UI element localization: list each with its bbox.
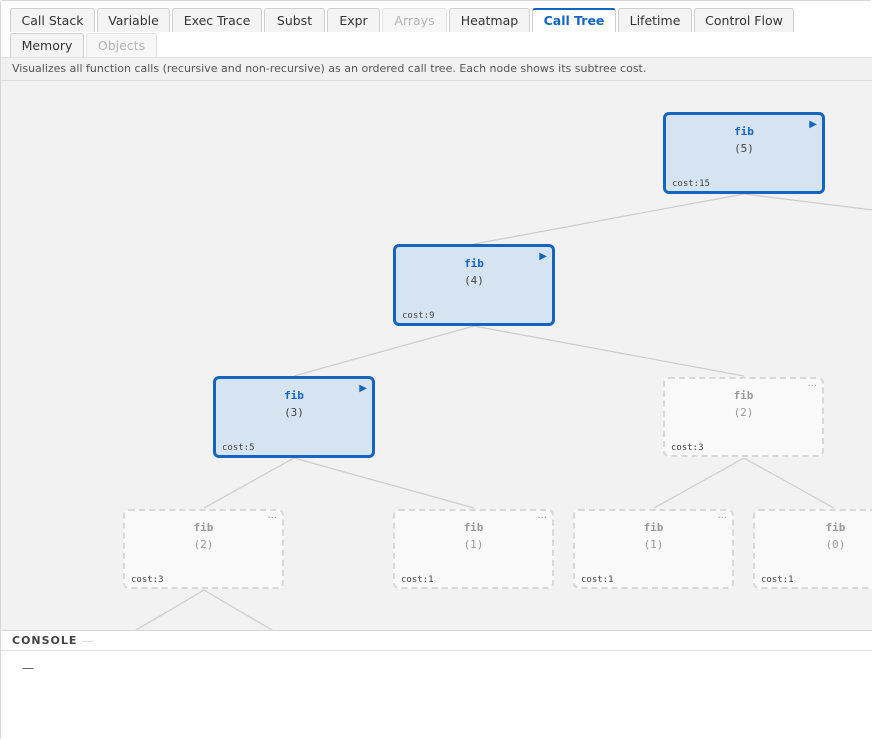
node-cost: cost:3 <box>131 575 164 585</box>
tab-call-stack[interactable]: Call Stack <box>10 8 95 32</box>
call-tree-canvas[interactable]: fib (5) cost:15 ▶ fib (4) cost:9 ▶ fib (… <box>1 81 872 630</box>
edge-2-right-child <box>203 589 274 630</box>
call-node[interactable]: fib (0) cost:1 <box>753 509 872 589</box>
edge-2-left-child <box>134 589 205 630</box>
edge-4-2 <box>473 325 745 377</box>
tab-objects: Objects <box>86 33 157 57</box>
node-arguments: (2) <box>733 406 754 419</box>
node-cost: cost:3 <box>671 443 704 453</box>
edge-3-2 <box>203 457 295 509</box>
ellipsis-icon: ··· <box>717 513 727 524</box>
node-function-name: fib <box>463 521 484 534</box>
console-title-divider <box>82 641 93 642</box>
node-cost: cost:1 <box>401 575 434 585</box>
call-node[interactable]: fib (1) cost:1 ··· <box>393 509 554 589</box>
tab-subst[interactable]: Subst <box>264 8 325 32</box>
ellipsis-icon: ··· <box>807 381 817 392</box>
tab-exec-trace[interactable]: Exec Trace <box>172 8 262 32</box>
node-function-name: fib <box>643 521 664 534</box>
console-output[interactable]: — <box>1 651 872 740</box>
call-node[interactable]: fib (1) cost:1 ··· <box>573 509 734 589</box>
edge-4-3 <box>293 325 475 377</box>
node-function-name: fib <box>825 521 846 534</box>
ellipsis-icon: ··· <box>267 513 277 524</box>
edge-5-4 <box>473 193 745 245</box>
node-arguments: (0) <box>825 538 846 551</box>
edge-3-1 <box>293 457 475 509</box>
node-cost: cost:15 <box>672 179 710 189</box>
node-function-name: fib <box>733 389 754 402</box>
console-header: CONSOLE <box>1 630 872 651</box>
call-node[interactable]: fib (5) cost:15 ▶ <box>663 112 825 194</box>
call-node[interactable]: fib (4) cost:9 ▶ <box>393 244 555 326</box>
node-arguments: (3) <box>284 406 304 419</box>
tab-control-flow[interactable]: Control Flow <box>694 8 794 32</box>
node-cost: cost:9 <box>402 311 435 321</box>
ellipsis-icon: ··· <box>537 513 547 524</box>
tab-expr[interactable]: Expr <box>327 8 380 32</box>
tab-memory[interactable]: Memory <box>10 33 84 57</box>
node-arguments: (2) <box>193 538 214 551</box>
view-description: Visualizes all function calls (recursive… <box>1 57 872 81</box>
console-title: CONSOLE <box>12 634 78 647</box>
call-node[interactable]: fib (3) cost:5 ▶ <box>213 376 375 458</box>
node-arguments: (4) <box>464 274 484 287</box>
edge-2-1 <box>653 457 745 509</box>
edge-5-3b <box>743 193 872 211</box>
node-cost: cost:1 <box>581 575 614 585</box>
node-function-name: fib <box>284 389 304 402</box>
tab-call-tree[interactable]: Call Tree <box>532 8 616 32</box>
play-icon: ▶ <box>539 251 547 262</box>
call-node[interactable]: fib (2) cost:3 ··· <box>663 377 824 457</box>
node-cost: cost:1 <box>761 575 794 585</box>
node-cost: cost:5 <box>222 443 255 453</box>
tab-arrays: Arrays <box>382 8 447 32</box>
tab-variable[interactable]: Variable <box>97 8 170 32</box>
console-output-line: — <box>22 661 34 675</box>
node-function-name: fib <box>734 125 754 138</box>
tab-bar: Call Stack Variable Exec Trace Subst Exp… <box>1 1 872 57</box>
call-node[interactable]: fib (2) cost:3 ··· <box>123 509 284 589</box>
visualizer-panel: Call Stack Variable Exec Trace Subst Exp… <box>0 0 872 740</box>
node-arguments: (1) <box>463 538 484 551</box>
edge-2-0 <box>743 457 835 509</box>
node-arguments: (1) <box>643 538 664 551</box>
tab-lifetime[interactable]: Lifetime <box>618 8 692 32</box>
node-arguments: (5) <box>734 142 754 155</box>
node-function-name: fib <box>464 257 484 270</box>
tab-heatmap[interactable]: Heatmap <box>449 8 530 32</box>
play-icon: ▶ <box>359 383 367 394</box>
play-icon: ▶ <box>809 119 817 130</box>
node-function-name: fib <box>193 521 214 534</box>
